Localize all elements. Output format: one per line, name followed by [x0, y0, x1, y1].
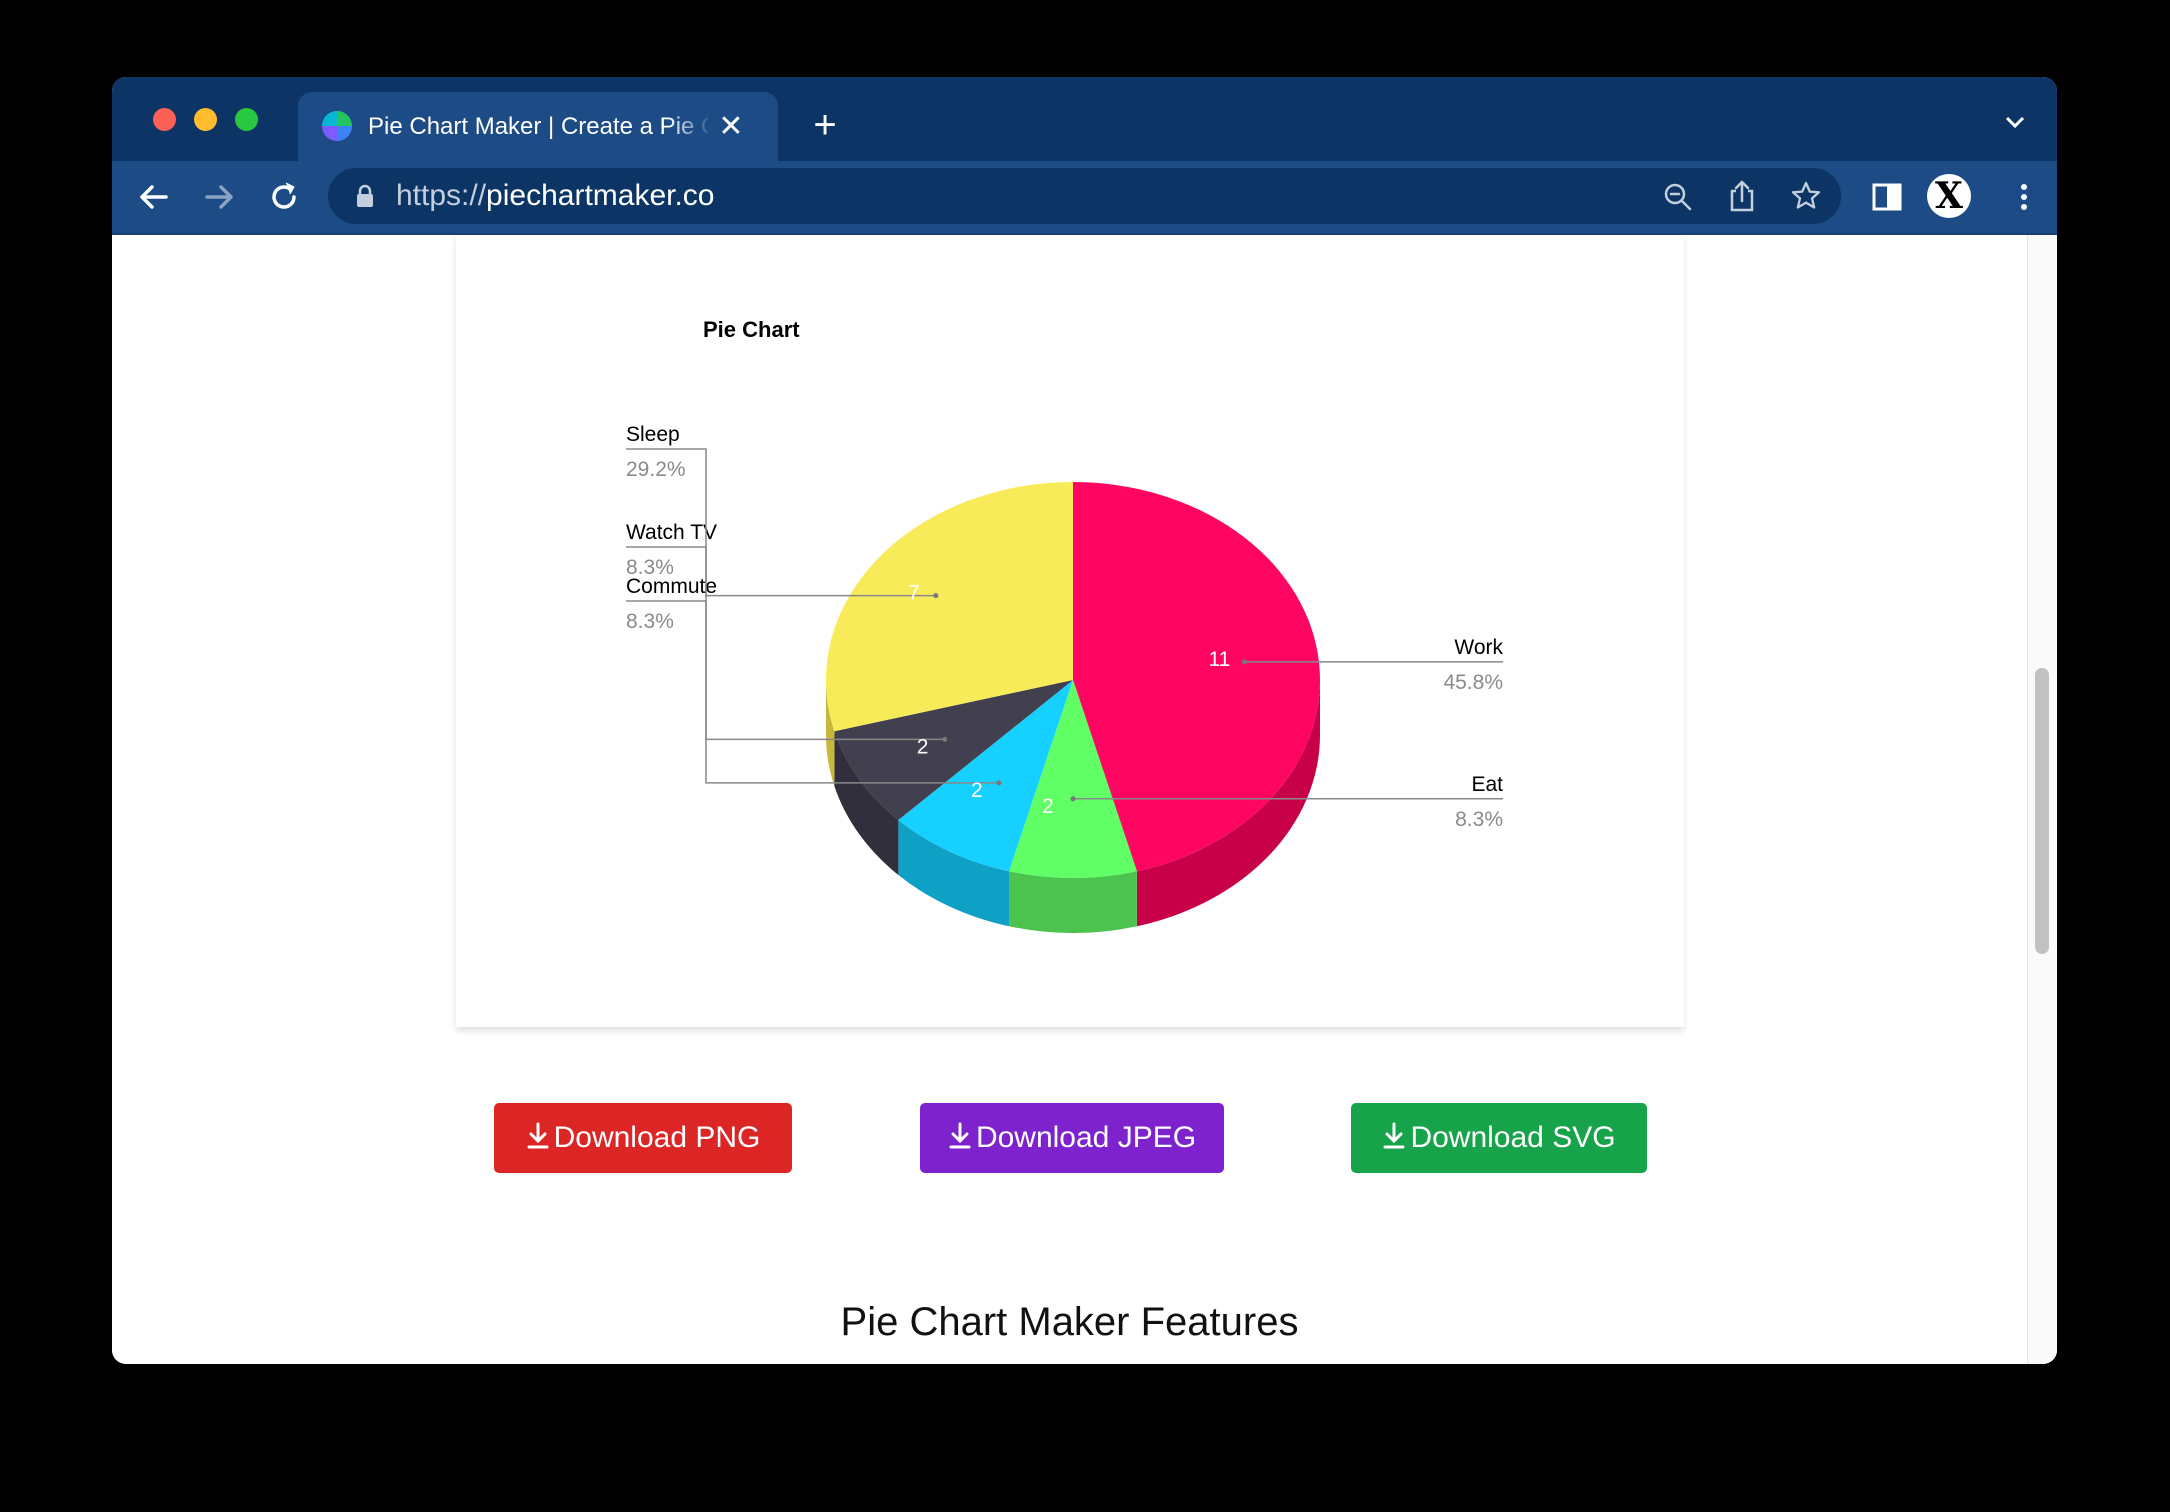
slice-value: 11: [1209, 648, 1231, 671]
back-arrow-icon[interactable]: [132, 175, 176, 219]
minimize-window-button[interactable]: [194, 108, 217, 131]
download-jpeg-button[interactable]: Download JPEG: [920, 1103, 1224, 1173]
chart-title: Pie Chart: [703, 317, 800, 342]
url-host: piechartmaker.co: [486, 179, 715, 212]
maximize-window-button[interactable]: [235, 108, 258, 131]
slice-name: Watch TV: [626, 521, 717, 544]
slice-value: 2: [1042, 795, 1054, 818]
slice-percent: 45.8%: [1443, 671, 1503, 694]
slice-name: Sleep: [626, 423, 680, 446]
new-tab-icon[interactable]: +: [806, 105, 844, 145]
chevron-down-icon[interactable]: [2003, 112, 2027, 132]
pie-side-eat: [1009, 871, 1137, 933]
slice-name: Eat: [1471, 773, 1503, 796]
slice-name: Work: [1454, 636, 1503, 659]
slice-percent: 8.3%: [626, 556, 674, 579]
profile-avatar[interactable]: X: [1927, 174, 1971, 218]
bookmark-star-icon[interactable]: [1790, 180, 1822, 212]
reload-icon[interactable]: [262, 175, 306, 219]
download-icon: [949, 1122, 971, 1149]
lock-icon[interactable]: [355, 184, 375, 208]
download-png-label: Download PNG: [553, 1121, 761, 1154]
forward-arrow-icon[interactable]: [197, 175, 241, 219]
leader-dot: [933, 593, 939, 599]
browser-tab[interactable]: Pie Chart Maker | Create a Pie Chart ✕: [298, 92, 778, 162]
address-bar[interactable]: https://piechartmaker.co: [328, 168, 1841, 224]
browser-window: Pie Chart Maker | Create a Pie Chart ✕ +…: [112, 77, 2057, 1364]
page-content: Pie Chart Work 45.8% 11 Eat 8.3% 2 Commute 8.3%…: [112, 235, 2057, 1364]
tab-bar: Pie Chart Maker | Create a Pie Chart ✕ +: [112, 77, 2057, 162]
slice-value: 2: [917, 735, 929, 758]
slice-percent: 8.3%: [626, 610, 674, 633]
leader-dot: [942, 736, 948, 742]
pie-chart: Pie Chart Work45.8%11Eat8.3%2Commute8.3%…: [626, 317, 1503, 933]
share-icon[interactable]: [1726, 179, 1758, 213]
slice-value: 7: [908, 582, 920, 605]
download-png-button[interactable]: Download PNG: [494, 1103, 792, 1173]
close-tab-icon[interactable]: ✕: [716, 112, 746, 142]
url-text[interactable]: https://piechartmaker.co: [396, 179, 715, 213]
side-panel-icon[interactable]: [1865, 175, 1909, 219]
scrollbar-thumb[interactable]: [2035, 668, 2049, 954]
leader-dot: [1241, 659, 1247, 665]
tab-title: Pie Chart Maker | Create a Pie Chart: [368, 113, 708, 140]
slice-percent: 29.2%: [626, 458, 686, 481]
leader-dot: [1070, 796, 1076, 802]
leader-dot: [996, 780, 1002, 786]
slice-percent: 8.3%: [1455, 808, 1503, 831]
zoom-icon[interactable]: [1662, 181, 1694, 213]
download-icon: [1383, 1122, 1405, 1149]
download-svg-button[interactable]: Download SVG: [1351, 1103, 1647, 1173]
pie-slices: [826, 482, 1320, 878]
tab-title-fade: [668, 107, 713, 147]
chart-card: Pie Chart Work 45.8% 11 Eat 8.3% 2 Commute 8.3%…: [456, 235, 1684, 1027]
download-svg-label: Download SVG: [1410, 1121, 1616, 1154]
url-scheme: https://: [396, 179, 487, 212]
slice-value: 2: [971, 779, 983, 802]
more-menu-icon[interactable]: [2002, 175, 2046, 219]
close-window-button[interactable]: [153, 108, 176, 131]
pie-chart-favicon-icon: [322, 111, 352, 141]
download-jpeg-label: Download JPEG: [975, 1121, 1197, 1154]
download-icon: [527, 1122, 549, 1149]
browser-toolbar: https://piechartmaker.co X: [112, 161, 2057, 235]
features-heading: Pie Chart Maker Features: [840, 1300, 1299, 1344]
